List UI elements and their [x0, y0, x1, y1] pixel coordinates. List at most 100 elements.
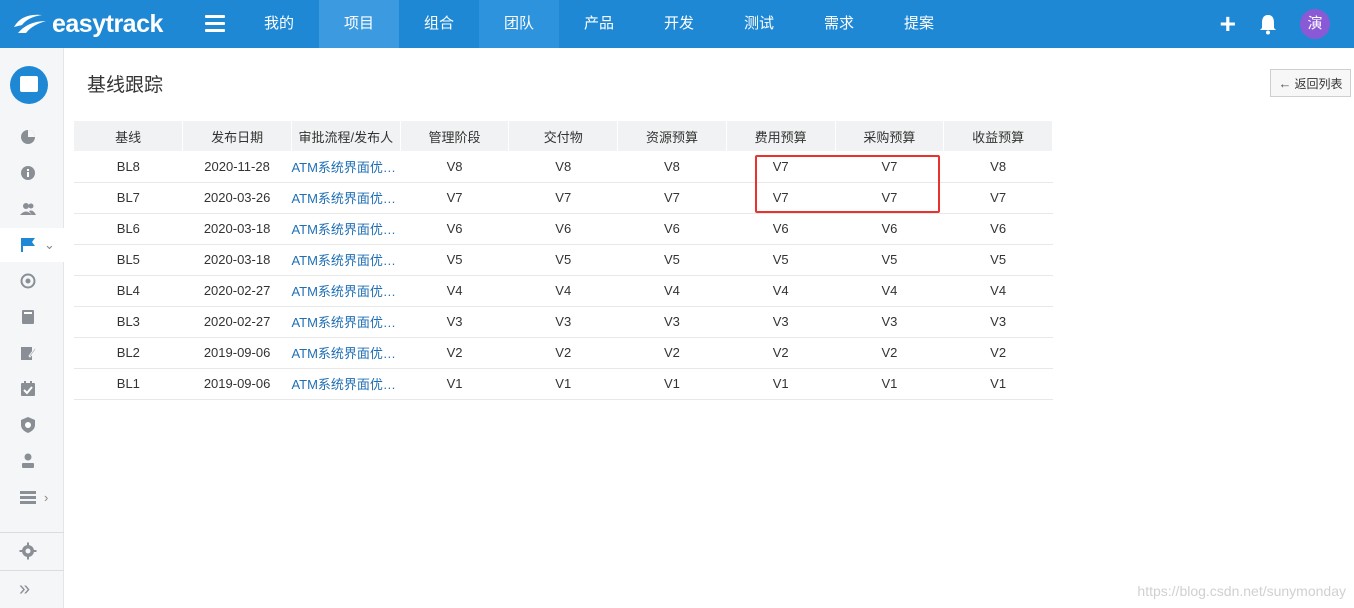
cell-approver[interactable]: ATM系统界面优化项目管...: [291, 213, 401, 245]
baseline-table: 基线 发布日期 审批流程/发布人 管理阶段 交付物 资源预算 费用预算 采购预算 收益预算 BL…: [74, 121, 1053, 400]
cell-procurement-budget: V2: [835, 337, 944, 369]
add-icon[interactable]: +: [1220, 8, 1236, 40]
cell-management-stage: V3: [400, 306, 509, 338]
cell-management-stage: V4: [400, 275, 509, 307]
sidebar-item-more[interactable]: ›: [0, 480, 64, 514]
page-title: 基线跟踪: [87, 75, 164, 96]
nav-item-product[interactable]: 产品: [559, 0, 639, 48]
table-row[interactable]: BL62020-03-18ATM系统界面优化项目管...V6V6V6V6V6V6: [74, 213, 1053, 245]
cell-release-date: 2020-11-28: [182, 151, 292, 183]
table-row[interactable]: BL52020-03-18ATM系统界面优化项目管...V5V5V5V5V5V5: [74, 244, 1053, 276]
cell-approver[interactable]: ATM系统界面优化项目管...: [291, 244, 401, 276]
table-row[interactable]: BL42020-02-27ATM系统界面优化项目管...V4V4V4V4V4V4: [74, 275, 1053, 307]
cell-resource-budget: V4: [617, 275, 727, 307]
cell-resource-budget: V1: [617, 368, 727, 400]
cell-release-date: 2020-03-18: [182, 244, 292, 276]
nav-item-team[interactable]: 团队: [479, 0, 559, 48]
table-row[interactable]: BL22019-09-06ATM系统界面优化项目管...V2V2V2V2V2V2: [74, 337, 1053, 369]
info-icon: [21, 166, 35, 180]
bell-icon[interactable]: [1258, 13, 1278, 35]
sidebar-divider: [0, 570, 64, 571]
server-icon: [20, 491, 36, 504]
chevron-right-icon: ›: [44, 489, 49, 505]
cell-resource-budget: V5: [617, 244, 727, 276]
sidebar-item-risk[interactable]: [0, 408, 64, 442]
calendar-check-icon: [21, 381, 35, 396]
top-bar: easytrack 我的 项目 组合 团队 产品 开发 测试 需求 提案 + 演: [0, 0, 1354, 48]
cell-revenue-budget: V2: [943, 337, 1053, 369]
cell-procurement-budget: V4: [835, 275, 944, 307]
cell-approver[interactable]: ATM系统界面优化项目管...: [291, 337, 401, 369]
nav-item-requirements[interactable]: 需求: [799, 0, 879, 48]
main-nav: 我的 项目 组合 团队 产品 开发 测试 需求 提案: [239, 0, 959, 48]
cell-procurement-budget: V7: [835, 151, 944, 183]
nav-item-portfolio[interactable]: 组合: [399, 0, 479, 48]
cell-baseline: BL6: [74, 213, 183, 245]
sidebar-item-settings[interactable]: [0, 534, 64, 568]
nav-item-project[interactable]: 项目: [319, 0, 399, 48]
users-icon: [20, 203, 36, 215]
cell-approver[interactable]: ATM系统界面优化项目管...: [291, 151, 401, 183]
user-avatar[interactable]: 演: [1300, 9, 1330, 39]
cell-procurement-budget: V6: [835, 213, 944, 245]
column-header-approver: 审批流程/发布人: [291, 121, 401, 151]
sidebar-item-documents[interactable]: [0, 300, 64, 334]
column-header-resource-budget: 资源预算: [617, 121, 727, 151]
nav-item-testing[interactable]: 测试: [719, 0, 799, 48]
back-to-list-button[interactable]: ← 返回列表: [1270, 69, 1351, 97]
cell-deliverable: V2: [508, 337, 618, 369]
logo-icon: [14, 14, 46, 33]
table-row[interactable]: BL82020-11-28ATM系统界面优化项目管...V8V8V8V7V7V8: [74, 151, 1053, 183]
sidebar-item-schedule[interactable]: [0, 372, 64, 406]
cell-expense-budget: V5: [726, 244, 836, 276]
sidebar-item-target[interactable]: [0, 264, 64, 298]
sidebar-item-baseline[interactable]: ⌄: [0, 228, 64, 262]
cell-management-stage: V2: [400, 337, 509, 369]
hamburger-menu-icon[interactable]: [205, 15, 225, 33]
sidebar-item-overview[interactable]: [0, 120, 64, 154]
cell-approver[interactable]: ATM系统界面优化项目管...: [291, 275, 401, 307]
cell-resource-budget: V6: [617, 213, 727, 245]
app-logo[interactable]: easytrack: [12, 8, 163, 40]
cell-resource-budget: V3: [617, 306, 727, 338]
cell-deliverable: V5: [508, 244, 618, 276]
cell-deliverable: V8: [508, 151, 618, 183]
cell-release-date: 2020-02-27: [182, 306, 292, 338]
cell-management-stage: V8: [400, 151, 509, 183]
nav-item-mine[interactable]: 我的: [239, 0, 319, 48]
cell-expense-budget: V3: [726, 306, 836, 338]
project-logo[interactable]: [10, 66, 48, 104]
cell-expense-budget: V6: [726, 213, 836, 245]
cell-baseline: BL8: [74, 151, 183, 183]
cell-approver[interactable]: ATM系统界面优化项目管...: [291, 306, 401, 338]
cell-revenue-budget: V6: [943, 213, 1053, 245]
sidebar-item-edit[interactable]: [0, 336, 64, 370]
cell-approver[interactable]: ATM系统界面优化项目管...: [291, 368, 401, 400]
column-header-baseline: 基线: [74, 121, 184, 151]
nav-item-development[interactable]: 开发: [639, 0, 719, 48]
flag-icon: [21, 238, 35, 252]
sidebar-item-members[interactable]: [0, 192, 64, 226]
sidebar-item-info[interactable]: [0, 156, 64, 190]
column-header-management-stage: 管理阶段: [400, 121, 510, 151]
sidebar-item-stakeholder[interactable]: [0, 444, 64, 478]
cell-expense-budget: V1: [726, 368, 836, 400]
pie-chart-icon: [21, 130, 35, 144]
sidebar-expand[interactable]: »: [0, 572, 64, 606]
cell-deliverable: V4: [508, 275, 618, 307]
cell-procurement-budget: V5: [835, 244, 944, 276]
table-row[interactable]: BL12019-09-06ATM系统界面优化项目管...V1V1V1V1V1V1: [74, 368, 1053, 400]
logo-text: easytrack: [52, 9, 163, 38]
cell-deliverable: V1: [508, 368, 618, 400]
arrow-left-icon: ←: [1278, 75, 1292, 91]
table-row[interactable]: BL32020-02-27ATM系统界面优化项目管...V3V3V3V3V3V3: [74, 306, 1053, 338]
cell-revenue-budget: V1: [943, 368, 1053, 400]
settings-icon: [19, 542, 37, 560]
table-header-row: 基线 发布日期 审批流程/发布人 管理阶段 交付物 资源预算 费用预算 采购预算 收益预算: [74, 121, 1053, 151]
nav-item-proposals[interactable]: 提案: [879, 0, 959, 48]
cell-expense-budget: V4: [726, 275, 836, 307]
cell-approver[interactable]: ATM系统界面优化项目管...: [291, 182, 401, 214]
cell-baseline: BL2: [74, 337, 183, 369]
cell-expense-budget: V2: [726, 337, 836, 369]
table-row[interactable]: BL72020-03-26ATM系统界面优化项目管...V7V7V7V7V7V7: [74, 182, 1053, 214]
